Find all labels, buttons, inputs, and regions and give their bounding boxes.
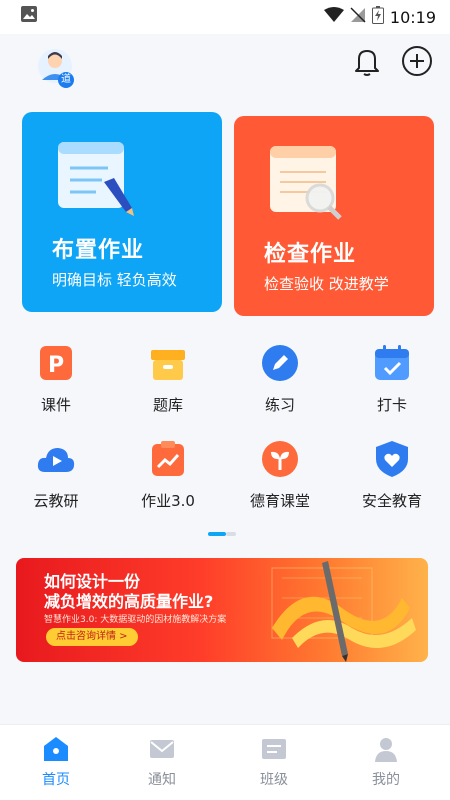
nav-item-notice[interactable]: 通知 [106,735,218,789]
status-bar: 10:19 [0,0,450,34]
check-homework-card[interactable]: 检查作业 检查验收 改进教学 [234,116,434,316]
mail-icon [148,735,176,763]
promo-banner[interactable]: 如何设计一份 减负增效的高质量作业? 智慧作业3.0: 大数据驱动的因材施教解决… [16,558,428,662]
bell-icon [351,45,383,81]
homework-3-icon [149,440,187,478]
status-icons: 10:19 [323,6,436,28]
grid-label: 作业3.0 [141,492,195,510]
grid-item-safety-education[interactable]: 安全教育 [336,440,448,511]
practice-icon [261,344,299,382]
grid-label: 课件 [40,396,71,414]
signal-icon [350,7,366,27]
nav-item-profile[interactable]: 我的 [330,735,442,789]
svg-text:P: P [48,353,64,378]
page-dot [226,532,236,536]
nav-label: 首页 [42,772,70,788]
grid-item-courseware[interactable]: P 课件 [0,344,112,415]
grid-label: 打卡 [376,396,407,414]
notepad-magnifier-icon [268,142,348,226]
grid-label: 德育课堂 [249,492,310,510]
grid-item-practice[interactable]: 练习 [224,344,336,415]
assign-homework-card[interactable]: 布置作业 明确目标 轻负高效 [22,112,222,312]
grid-label: 练习 [264,396,295,414]
avatar-badge: 道 [58,72,74,88]
add-button[interactable] [400,46,434,80]
question-bank-icon [149,344,187,382]
status-time: 10:19 [389,7,436,27]
grid-label: 安全教育 [361,492,422,510]
nav-item-class[interactable]: 班级 [218,735,330,789]
grid-item-checkin[interactable]: 打卡 [336,344,448,415]
page-indicator [208,532,236,536]
page-dot-active [208,532,226,536]
banner-title-line2: 减负增效的高质量作业? [44,592,214,611]
grid-item-cloud-research[interactable]: 云教研 [0,440,112,511]
grid-item-moral-class[interactable]: 德育课堂 [224,440,336,511]
check-homework-subtitle: 检查验收 改进教学 [264,275,389,293]
banner-subtitle: 智慧作业3.0: 大数据驱动的因材施教解决方案 [44,615,227,625]
grid-item-question-bank[interactable]: 题库 [112,344,224,415]
gallery-notification-icon [20,5,38,27]
moral-class-icon [261,440,299,478]
header: 道 [0,34,450,94]
grid-item-homework-3[interactable]: 作业3.0 [112,440,224,511]
battery-icon [371,6,384,28]
nav-item-home[interactable]: 首页 [0,735,112,789]
header-actions [350,46,434,80]
app-home-screen: 10:19 道 布置作业 明确目标 轻负高效 检查作业 检查验收 改进教学 P … [0,0,450,800]
assign-homework-subtitle: 明确目标 轻负高效 [52,271,177,289]
safety-education-icon [373,440,411,478]
nav-label: 通知 [148,772,176,788]
avatar[interactable]: 道 [36,46,78,88]
class-icon [260,735,288,763]
plus-circle-icon [401,45,433,81]
notepad-pencil-icon [56,138,136,222]
profile-icon [372,735,400,763]
home-icon [42,735,70,763]
bottom-nav: 首页 通知 班级 我的 [0,724,450,800]
grid-label: 云教研 [33,492,79,510]
notification-bell-button[interactable] [350,46,384,80]
nav-label: 我的 [372,772,400,788]
banner-consult-button[interactable]: 点击咨询详情 > [46,628,138,646]
checkin-icon [373,344,411,382]
grid-label: 题库 [152,396,183,414]
golden-ribbon-pen-illustration [252,558,428,662]
check-homework-title: 检查作业 [264,242,357,267]
courseware-icon: P [37,344,75,382]
nav-label: 班级 [260,772,288,788]
cloud-research-icon [37,440,75,478]
wifi-icon [323,7,344,27]
assign-homework-title: 布置作业 [52,238,145,263]
